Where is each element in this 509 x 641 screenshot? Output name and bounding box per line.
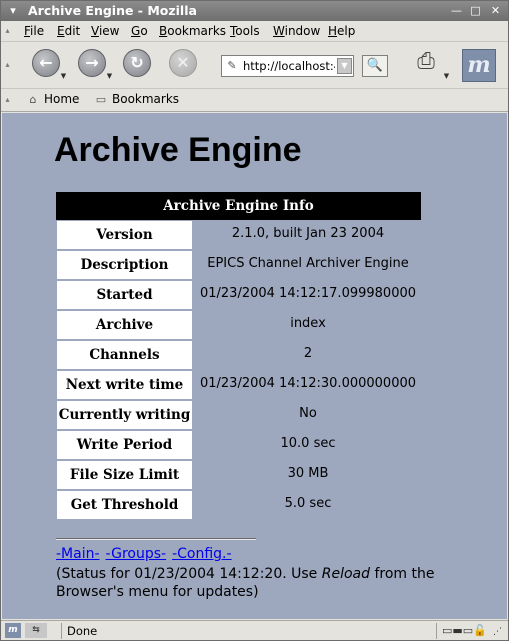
home-icon: ⌂ <box>29 93 37 106</box>
row-label: Started <box>57 281 192 309</box>
menu-tools[interactable]: Tools <box>230 24 260 38</box>
personal-toolbar: ▴ ⌂ Home ▭ Bookmarks <box>1 89 508 112</box>
table-row: Get Threshold 5.0 sec <box>56 490 421 520</box>
home-button[interactable]: ⌂ Home <box>25 92 80 106</box>
close-window-button[interactable]: ✕ <box>488 4 503 18</box>
row-label: Currently writing <box>57 401 192 429</box>
row-label: Archive <box>57 311 192 339</box>
row-value: No <box>299 406 317 421</box>
status-note-reload: Reload <box>321 566 371 582</box>
row-label: Channels <box>57 341 192 369</box>
row-label: Write Period <box>57 431 192 459</box>
row-label: Version <box>57 221 192 249</box>
url-bar[interactable]: ✎ http://localhost:4 ▼ <box>221 55 354 77</box>
row-value: 30 MB <box>287 466 329 481</box>
bookmarks-button[interactable]: ▭ Bookmarks <box>93 92 179 106</box>
security-lock-icon[interactable]: 🔓 <box>473 624 487 637</box>
status-text: Done <box>67 624 98 638</box>
mozilla-logo-icon[interactable]: m <box>462 49 496 82</box>
print-icon[interactable]: ⎙ <box>411 48 441 76</box>
minimize-button[interactable]: — <box>449 4 464 18</box>
menubar: ▴ File Edit View Go Bookmarks Tools Wind… <box>1 21 508 42</box>
window-title: Archive Engine - Mozilla <box>28 3 197 18</box>
status-separator <box>61 623 62 639</box>
link-groups[interactable]: -Groups- <box>106 546 167 562</box>
status-separator <box>436 623 437 639</box>
print-dropdown-icon[interactable]: ▼ <box>442 72 451 81</box>
row-value: index <box>290 316 326 331</box>
table-row: Write Period 10.0 sec <box>56 430 421 460</box>
info-table: Archive Engine Info Version 2.1.0, built… <box>56 192 421 520</box>
table-row: Description EPICS Channel Archiver Engin… <box>56 250 421 280</box>
menu-file[interactable]: File <box>24 24 44 38</box>
window-menu-icon[interactable]: ▾ <box>6 4 20 18</box>
url-history-dropdown-icon[interactable]: ▼ <box>337 58 352 74</box>
table-row: File Size Limit 30 MB <box>56 460 421 490</box>
row-value: 5.0 sec <box>284 496 332 511</box>
folder-icon: ▭ <box>95 93 107 106</box>
table-row: Channels 2 <box>56 340 421 370</box>
row-label: Get Threshold <box>57 491 192 519</box>
nav-links: -Main- -Groups- -Config.- <box>56 546 238 562</box>
forward-history-dropdown-icon[interactable]: ▼ <box>105 72 114 81</box>
status-bar: m ⇆ Done ▭▬▭ 🔓 ⋰ <box>1 620 508 640</box>
menu-help[interactable]: Help <box>328 24 355 38</box>
page-content: Archive Engine Archive Engine Info Versi… <box>2 113 507 619</box>
menu-view[interactable]: View <box>91 24 119 38</box>
table-row: Currently writing No <box>56 400 421 430</box>
online-status-icon[interactable]: ⇆ <box>25 623 47 638</box>
status-note-text: (Status for 01/23/2004 14:12:20. Use <box>56 566 322 582</box>
status-note: (Status for 01/23/2004 14:12:20. Use Rel… <box>56 565 476 601</box>
table-row: Version 2.1.0, built Jan 23 2004 <box>56 220 421 250</box>
page-title: Archive Engine <box>54 131 302 169</box>
row-value: 2.1.0, built Jan 23 2004 <box>231 226 385 241</box>
home-label: Home <box>44 92 80 106</box>
progress-icon: ▭▬▭ <box>442 624 474 637</box>
url-input[interactable]: http://localhost:4 <box>243 59 335 73</box>
row-value: 01/23/2004 14:12:30.000000000 <box>199 376 417 391</box>
resize-grip-icon[interactable]: ⋰ <box>493 627 502 637</box>
divider <box>56 538 256 540</box>
menu-edit[interactable]: Edit <box>57 24 80 38</box>
row-value: 2 <box>303 346 313 361</box>
toolbar-grip-icon[interactable]: ▴ <box>3 23 12 39</box>
reload-icon[interactable]: ↻ <box>123 49 151 77</box>
row-value: 10.0 sec <box>280 436 336 451</box>
stop-icon[interactable]: ✕ <box>169 49 197 77</box>
menu-bookmarks[interactable]: Bookmarks <box>159 24 226 38</box>
menu-go[interactable]: Go <box>131 24 148 38</box>
title-bar: ▾ Archive Engine - Mozilla — □ ✕ <box>1 1 508 21</box>
navigation-toolbar: ▴ ← ▼ → ▼ ↻ ✕ ✎ http://localhost:4 ▼ 🔍 ⎙… <box>1 42 508 89</box>
table-row: Archive index <box>56 310 421 340</box>
maximize-button[interactable]: □ <box>468 4 483 18</box>
page-proxy-icon[interactable]: ✎ <box>225 59 239 73</box>
forward-arrow-icon[interactable]: → <box>78 49 106 77</box>
table-row: Next write time 01/23/2004 14:12:30.0000… <box>56 370 421 400</box>
row-label: File Size Limit <box>57 461 192 489</box>
table-row: Started 01/23/2004 14:12:17.099980000 <box>56 280 421 310</box>
toolbar-grip-icon[interactable]: ▴ <box>3 92 12 108</box>
link-main[interactable]: -Main- <box>56 546 100 562</box>
mozilla-component-icon[interactable]: m <box>5 623 21 638</box>
magnifier-icon[interactable]: 🔍 <box>362 55 388 77</box>
link-config[interactable]: -Config.- <box>172 546 231 562</box>
toolbar-grip-icon[interactable]: ▴ <box>3 46 12 84</box>
row-value: 01/23/2004 14:12:17.099980000 <box>199 286 417 301</box>
menu-window[interactable]: Window <box>273 24 320 38</box>
bookmarks-label: Bookmarks <box>112 92 180 106</box>
row-label: Next write time <box>57 371 192 399</box>
info-table-header: Archive Engine Info <box>56 192 421 220</box>
back-arrow-icon[interactable]: ← <box>32 49 60 77</box>
row-label: Description <box>57 251 192 279</box>
row-value: EPICS Channel Archiver Engine <box>207 256 409 271</box>
browser-window: ▾ Archive Engine - Mozilla — □ ✕ ▴ File … <box>0 0 509 641</box>
back-history-dropdown-icon[interactable]: ▼ <box>59 72 68 81</box>
